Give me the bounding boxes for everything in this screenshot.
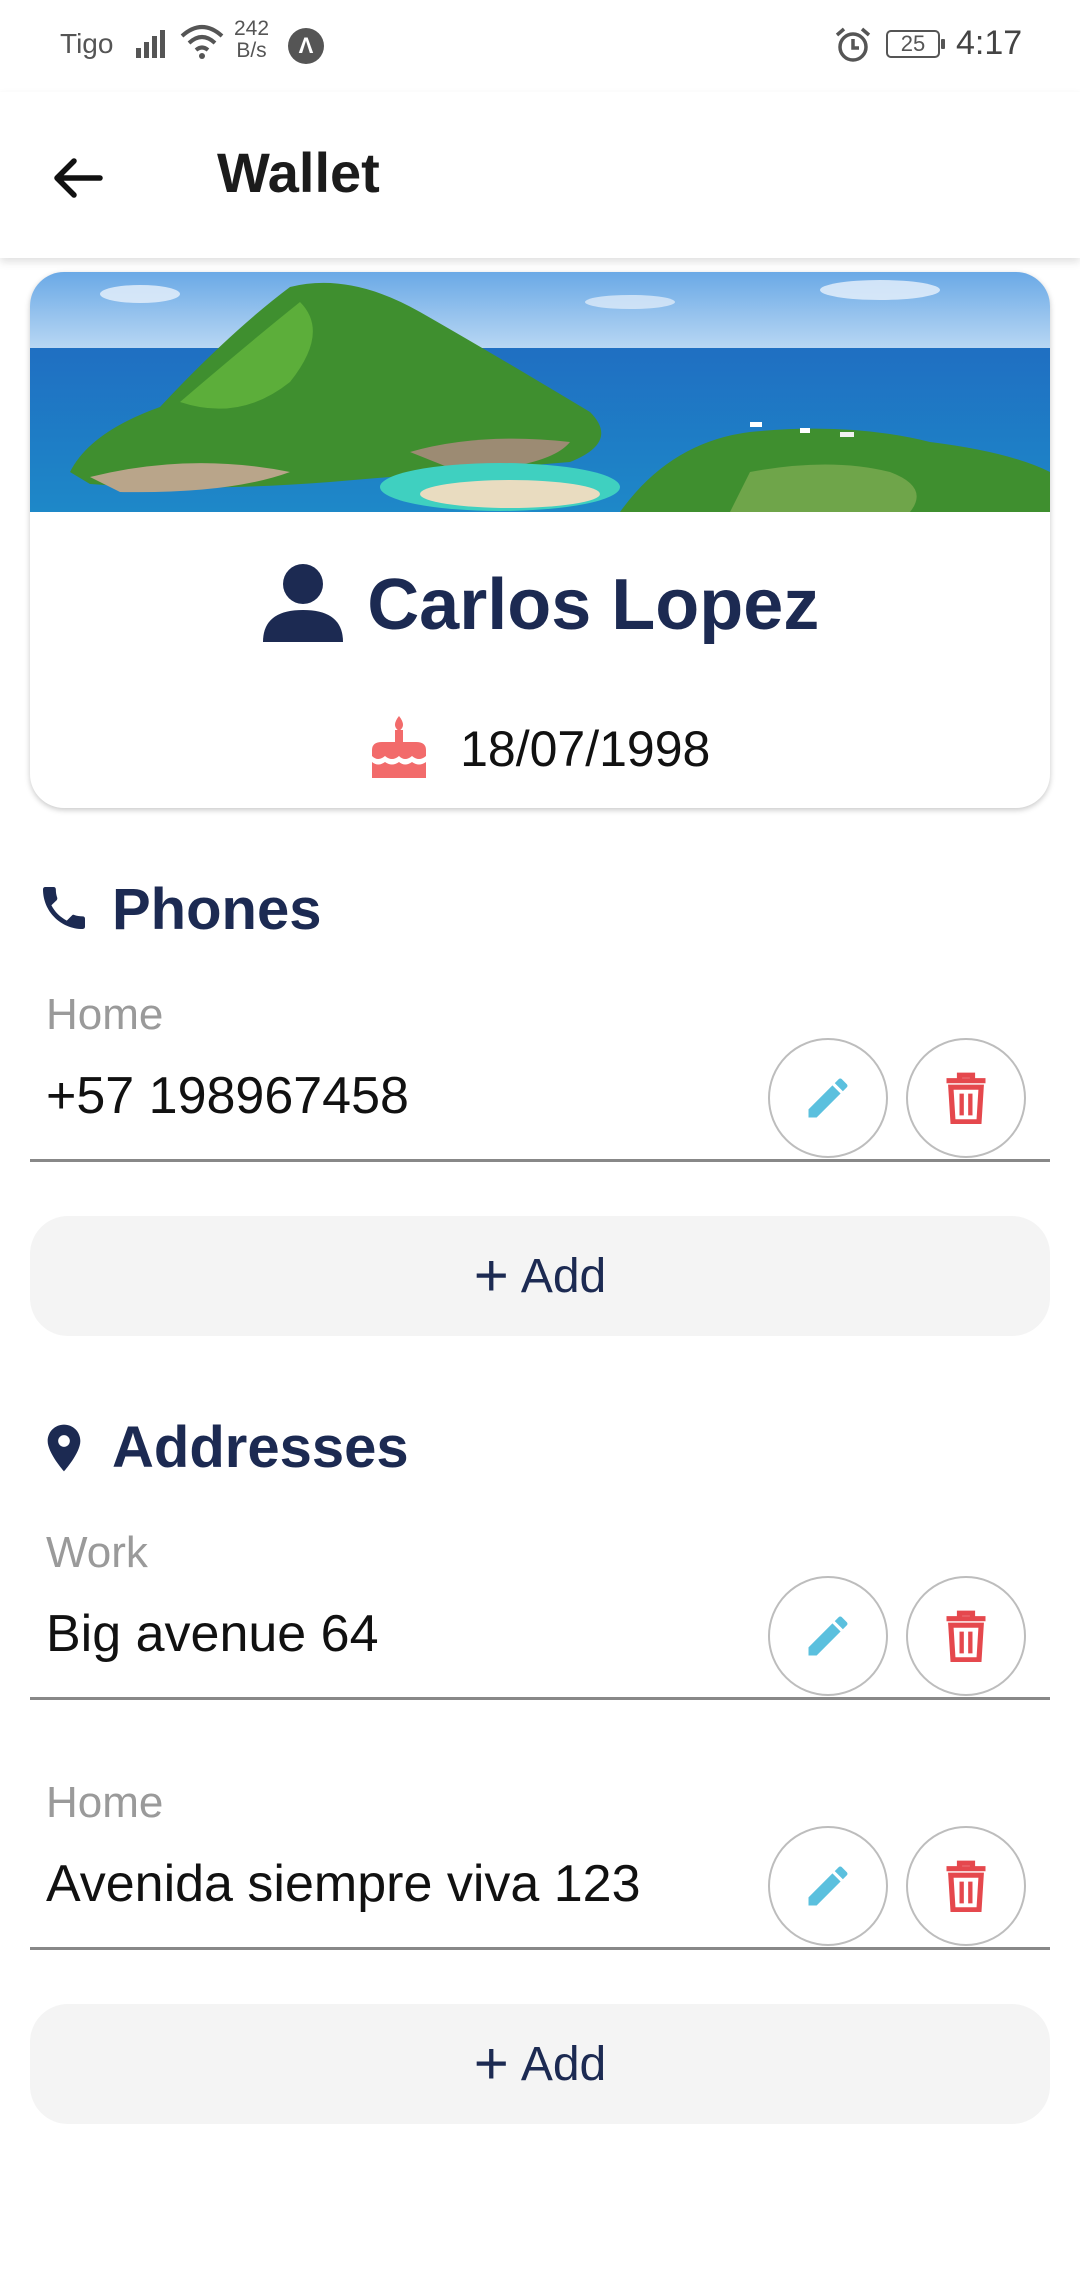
carrier-name: Tigo [60, 28, 114, 59]
name-row: Carlos Lopez [30, 562, 1050, 647]
profile-card: Carlos Lopez 18/07/1998 [30, 272, 1050, 808]
add-phone-label: Add [520, 1249, 607, 1303]
birthdate-row: 18/07/1998 [30, 714, 1050, 783]
delete-address-button[interactable] [906, 1576, 1026, 1696]
phone-label: Home [46, 990, 164, 1039]
network-speed: 242 B/s [234, 18, 269, 62]
profile-name: Carlos Lopez [367, 564, 820, 645]
app-bar: Wallet [0, 92, 1080, 258]
back-arrow-icon[interactable] [48, 148, 108, 208]
person-icon [261, 562, 345, 647]
address-value: Avenida siempre viva 123 [46, 1855, 641, 1913]
delete-address-button[interactable] [906, 1826, 1026, 1946]
banner-image [30, 272, 1050, 512]
edit-address-button[interactable] [768, 1826, 888, 1946]
signal-icon [136, 26, 172, 63]
cake-icon [370, 714, 428, 783]
app-notification-icon: Λ [288, 28, 324, 64]
location-pin-icon [36, 1418, 92, 1483]
address-entry: Work Big avenue 64 [30, 1500, 1050, 1700]
phone-entry: Home +57 198967458 [30, 962, 1050, 1162]
network-speed-unit: B/s [236, 39, 267, 62]
edit-phone-button[interactable] [768, 1038, 888, 1158]
alarm-icon [834, 26, 872, 69]
address-value: Big avenue 64 [46, 1605, 379, 1663]
phones-title: Phones [112, 877, 322, 942]
clock: 4:17 [956, 24, 1023, 62]
addresses-title: Addresses [112, 1415, 409, 1480]
address-entry: Home Avenida siempre viva 123 [30, 1750, 1050, 1950]
add-phone-button[interactable]: + Add [30, 1216, 1050, 1336]
wifi-icon [180, 24, 224, 65]
network-speed-value: 242 [234, 17, 270, 40]
add-address-button[interactable]: + Add [30, 2004, 1050, 2124]
phone-number: +57 198967458 [46, 1067, 409, 1125]
delete-phone-button[interactable] [906, 1038, 1026, 1158]
trash-icon [946, 1860, 986, 1912]
plus-icon: + [473, 1242, 509, 1309]
address-label: Home [46, 1778, 164, 1827]
plus-icon: + [473, 2030, 509, 2097]
pencil-icon [808, 1616, 848, 1656]
address-label: Work [46, 1528, 148, 1577]
page-title: Wallet [217, 141, 380, 204]
pencil-icon [808, 1078, 848, 1118]
battery-icon: 25 [886, 30, 945, 58]
pencil-icon [808, 1866, 848, 1906]
trash-icon [946, 1072, 986, 1124]
add-address-label: Add [520, 2037, 607, 2091]
status-bar: Tigo 242 B/s Λ 25 4:17 [0, 0, 1080, 92]
birthdate: 18/07/1998 [460, 720, 711, 777]
trash-icon [946, 1610, 986, 1662]
phone-icon [36, 880, 92, 941]
edit-address-button[interactable] [768, 1576, 888, 1696]
